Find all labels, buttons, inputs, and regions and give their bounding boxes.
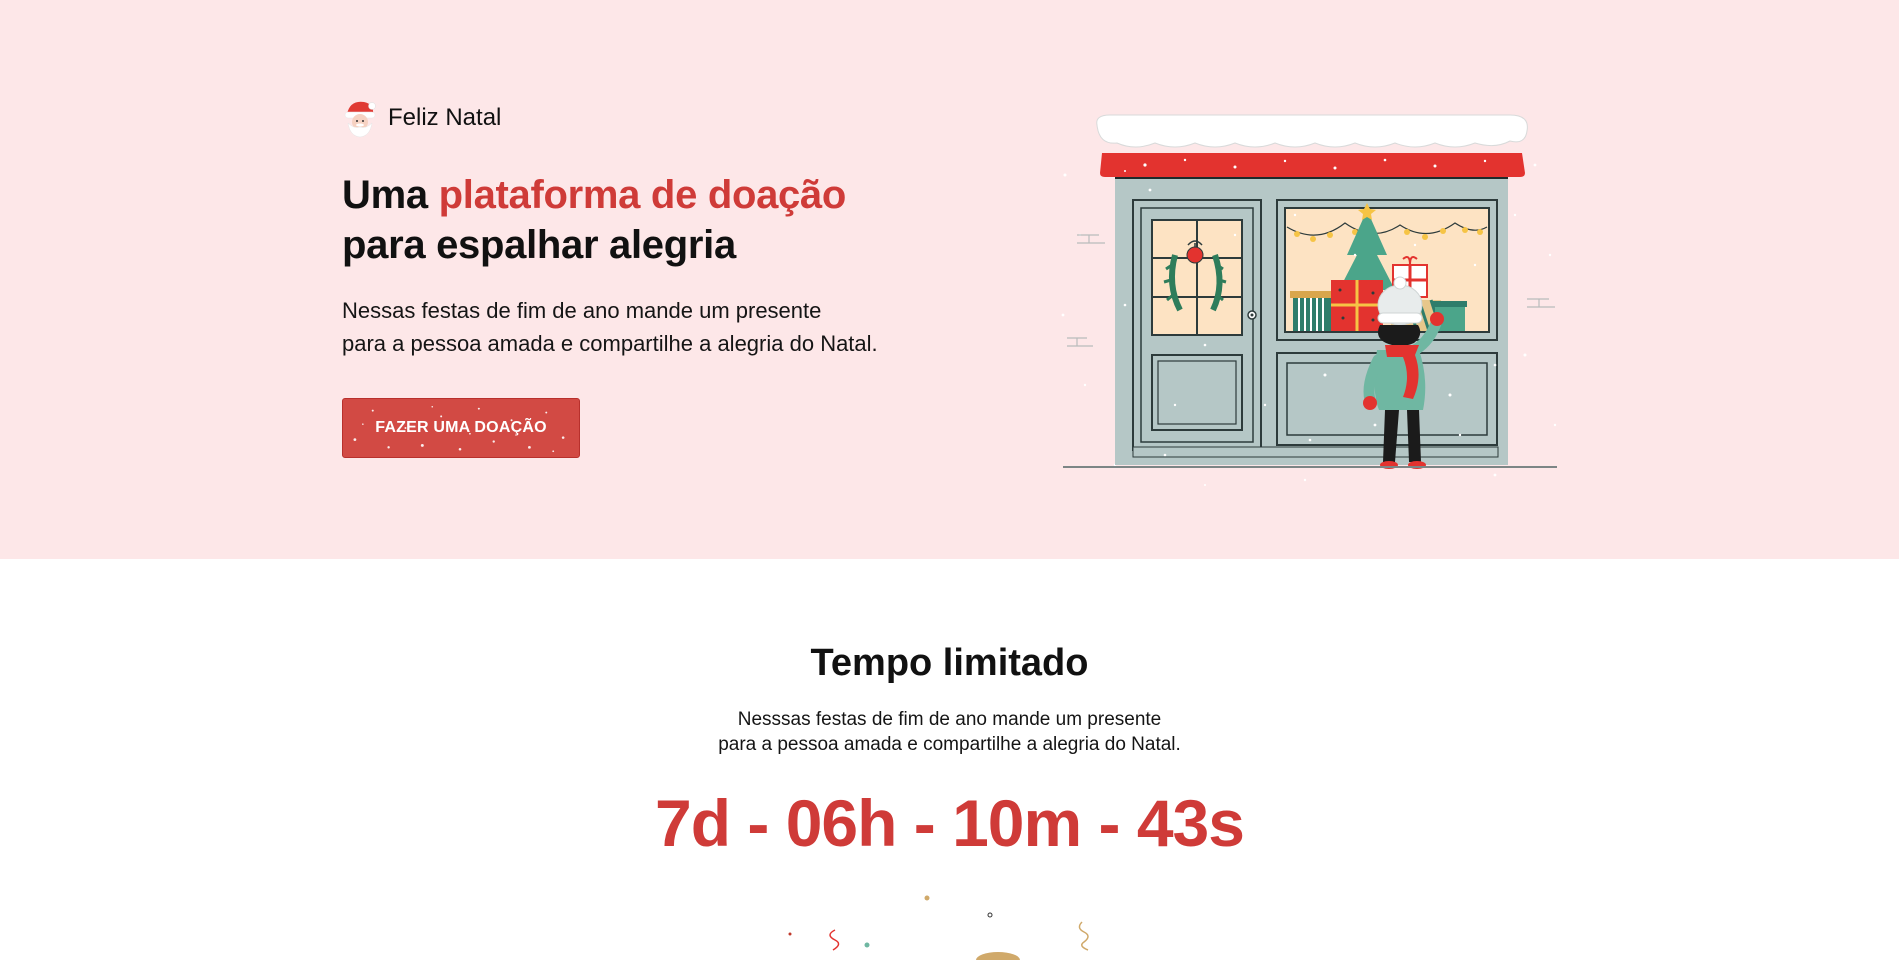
brand-name: Feliz Natal xyxy=(388,104,502,131)
hero-section: Feliz Natal Uma plataforma de doação par… xyxy=(0,0,1899,559)
countdown-text-line-2: para a pessoa amada e compartilhe a aleg… xyxy=(718,734,1181,755)
countdown-text: Nesssas festas de fim de ano mande um pr… xyxy=(0,707,1899,757)
confetti-decoration xyxy=(788,895,1089,960)
countdown-text-line-1: Nesssas festas de fim de ano mande um pr… xyxy=(737,709,1162,730)
headline-end: para espalhar alegria xyxy=(342,223,736,267)
lead-line-2: para a pessoa amada e compartilhe a aleg… xyxy=(342,331,878,356)
brand[interactable]: Feliz Natal xyxy=(342,98,501,138)
santa-icon xyxy=(344,101,376,138)
countdown-title: Tempo limitado xyxy=(810,642,1089,684)
hero-headline: Uma plataforma de doação para espalhar a… xyxy=(342,170,942,270)
christmas-shop-window-illustration xyxy=(1061,114,1557,486)
donate-button[interactable]: FAZER UMA DOAÇÃO xyxy=(342,398,580,458)
donate-button-label: FAZER UMA DOAÇÃO xyxy=(375,419,547,436)
headline-accent: plataforma de doação xyxy=(438,173,847,217)
hero-lead: Nessas festas de fim de ano mande um pre… xyxy=(342,294,982,360)
countdown-timer: 7d - 06h - 10m - 43s xyxy=(655,786,1245,860)
headline-start: Uma xyxy=(342,173,439,217)
lead-line-1: Nessas festas de fim de ano mande um pre… xyxy=(342,298,822,323)
